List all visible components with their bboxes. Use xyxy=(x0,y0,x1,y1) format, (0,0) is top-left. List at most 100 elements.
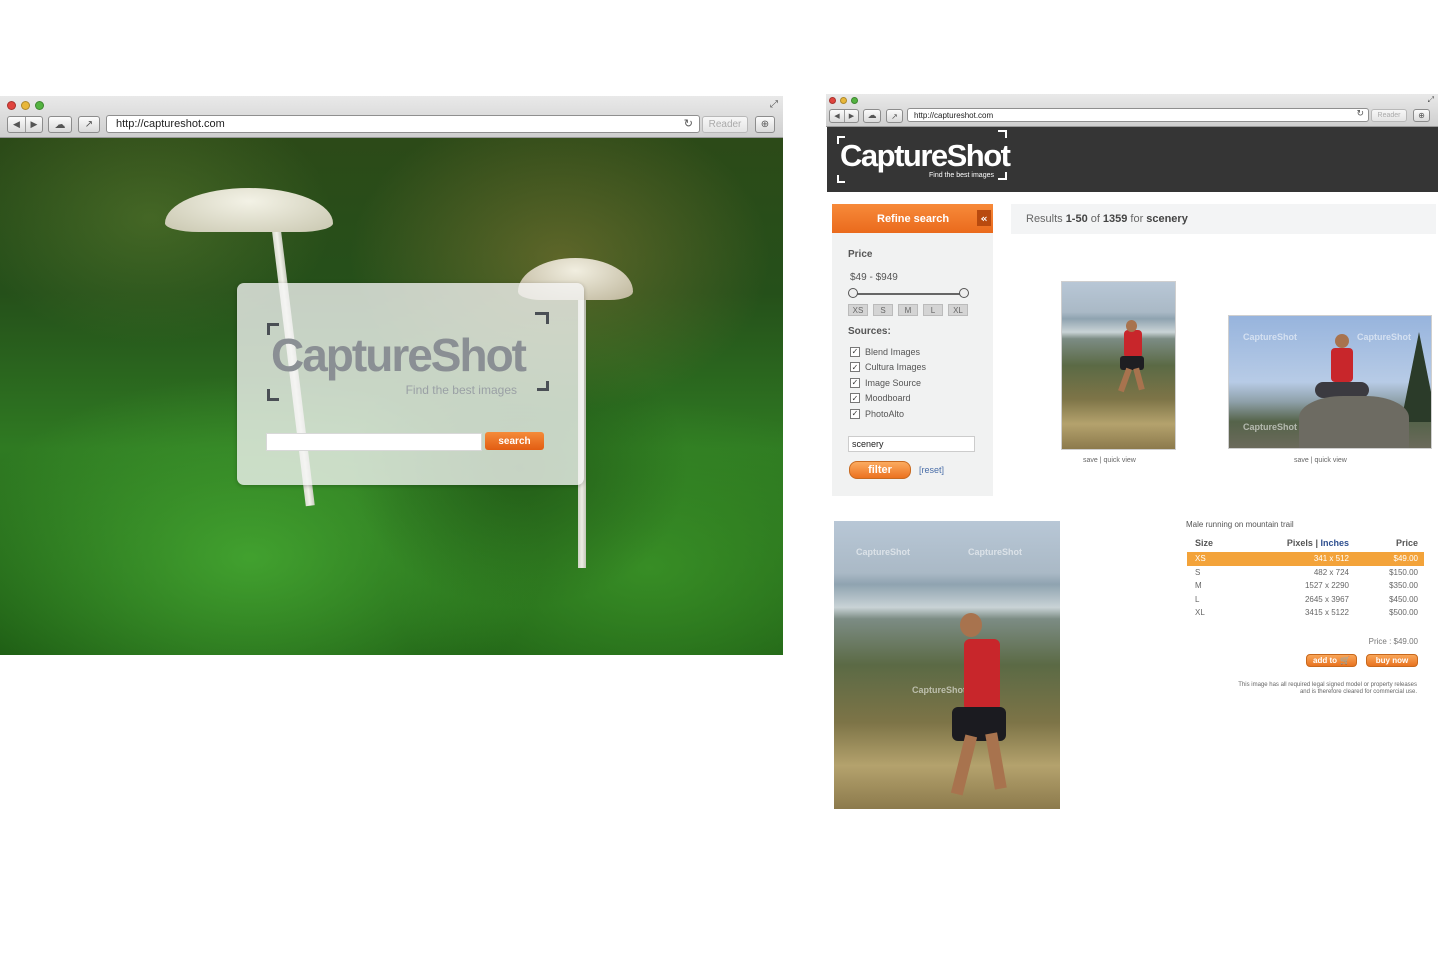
runner-figure xyxy=(985,732,1007,790)
table-row[interactable]: L 2645 x 3967 $450.00 xyxy=(1187,593,1424,607)
quick-view-link[interactable]: quick view xyxy=(1104,457,1136,464)
size-option-s[interactable]: S xyxy=(873,304,893,316)
reset-link[interactable]: [reset] xyxy=(919,465,944,475)
quick-view-link[interactable]: quick view xyxy=(1315,457,1347,464)
zoom-window-button[interactable] xyxy=(35,101,44,110)
icloud-tabs-icon[interactable]: ☁ xyxy=(48,116,72,133)
price-range-value: $49 - $949 xyxy=(850,272,898,283)
minimize-window-button[interactable] xyxy=(21,101,30,110)
runner-figure xyxy=(1126,320,1137,332)
runner-figure xyxy=(1118,367,1132,393)
row-pixels: 1527 x 2290 xyxy=(1304,581,1349,590)
price-slider-min-handle[interactable] xyxy=(848,288,858,298)
source-item-photoalto[interactable]: ✓ PhotoAlto xyxy=(850,406,926,422)
size-option-l[interactable]: L xyxy=(923,304,943,316)
captureshot-logo[interactable]: CaptureShot Find the best images xyxy=(837,130,1012,187)
browser-toolbar: ⤢ ◀ ▶ ☁ ↗ http://captureshot.com ↻ Reade… xyxy=(826,94,1438,127)
meditating-figure xyxy=(1331,348,1353,382)
nav-buttons: ◀ ▶ xyxy=(829,109,859,123)
back-button[interactable]: ◀ xyxy=(830,110,844,122)
logo-bracket-bottom-left xyxy=(267,389,279,401)
inches-toggle[interactable]: Inches xyxy=(1320,538,1349,548)
size-option-xs[interactable]: XS xyxy=(848,304,868,316)
table-row[interactable]: M 1527 x 2290 $350.00 xyxy=(1187,579,1424,593)
runner-figure xyxy=(950,734,978,796)
fullscreen-icon[interactable]: ⤢ xyxy=(1428,95,1434,105)
logo-bracket-bottom-right xyxy=(537,381,549,391)
zoom-window-button[interactable] xyxy=(851,97,858,104)
source-label: Image Source xyxy=(865,377,922,388)
minimize-window-button[interactable] xyxy=(840,97,847,104)
reload-icon[interactable]: ↻ xyxy=(684,117,693,130)
source-label: PhotoAlto xyxy=(865,408,905,419)
size-option-xl[interactable]: XL xyxy=(948,304,968,316)
result-thumbnail[interactable]: CaptureShot CaptureShot CaptureShot xyxy=(1228,315,1432,449)
search-input[interactable] xyxy=(266,433,482,451)
share-icon[interactable]: ↗ xyxy=(886,109,903,123)
save-link[interactable]: save xyxy=(1083,457,1098,464)
checkbox-checked-icon[interactable]: ✓ xyxy=(850,393,860,404)
hero-background: CaptureShot Find the best images search xyxy=(0,138,783,655)
close-window-button[interactable] xyxy=(7,101,16,110)
source-item-image-source[interactable]: ✓ Image Source xyxy=(850,375,926,391)
watermark-text: CaptureShot xyxy=(912,685,966,695)
fullscreen-icon[interactable]: ⤢ xyxy=(770,99,778,110)
collapse-sidebar-icon[interactable]: « xyxy=(977,210,991,226)
logo-tagline: Find the best images xyxy=(929,172,994,179)
row-size: S xyxy=(1195,567,1201,577)
sources-label: Sources: xyxy=(848,326,891,337)
back-button[interactable]: ◀ xyxy=(8,117,25,132)
table-row[interactable]: S 482 x 724 $150.00 xyxy=(1187,566,1424,580)
address-bar[interactable]: http://captureshot.com ↻ xyxy=(106,115,700,133)
checkbox-checked-icon[interactable]: ✓ xyxy=(850,362,860,373)
price-slider-max-handle[interactable] xyxy=(959,288,969,298)
search-button[interactable]: search xyxy=(485,432,544,450)
table-row[interactable]: XL 3415 x 5122 $500.00 xyxy=(1187,606,1424,620)
watermark-text: CaptureShot xyxy=(1243,422,1297,432)
save-link[interactable]: save xyxy=(1294,457,1309,464)
address-url: http://captureshot.com xyxy=(914,110,994,120)
source-item-blend-images[interactable]: ✓ Blend Images xyxy=(850,344,926,360)
logo-tagline: Find the best images xyxy=(405,383,517,397)
mushroom-cap xyxy=(165,188,333,232)
results-for: for xyxy=(1130,213,1144,225)
keyword-filter-input[interactable]: scenery xyxy=(848,436,975,452)
close-window-button[interactable] xyxy=(829,97,836,104)
legal-line: and is therefore cleared for commercial … xyxy=(1299,689,1417,695)
price-slider-track[interactable] xyxy=(852,293,964,295)
units-separator: | xyxy=(1315,538,1318,548)
results-range: 1-50 xyxy=(1065,213,1088,225)
buy-now-button[interactable]: buy now xyxy=(1366,654,1418,667)
reader-button[interactable]: Reader xyxy=(702,116,748,133)
row-pixels: 341 x 512 xyxy=(1313,554,1349,563)
reader-button[interactable]: Reader xyxy=(1371,109,1407,122)
result-thumbnail[interactable] xyxy=(1061,281,1176,450)
downloads-icon[interactable]: ⊕ xyxy=(755,116,775,133)
meditating-figure xyxy=(1335,334,1349,348)
detail-preview-image[interactable]: CaptureShot CaptureShot CaptureShot xyxy=(834,521,1060,809)
address-bar[interactable]: http://captureshot.com ↻ xyxy=(907,108,1369,122)
source-item-moodboard[interactable]: ✓ Moodboard xyxy=(850,391,926,407)
rock-shape xyxy=(1299,396,1409,448)
search-panel: CaptureShot Find the best images search xyxy=(237,283,584,485)
forward-button[interactable]: ▶ xyxy=(25,117,42,132)
checkbox-checked-icon[interactable]: ✓ xyxy=(850,346,860,357)
share-icon[interactable]: ↗ xyxy=(78,116,100,133)
address-url: http://captureshot.com xyxy=(116,118,225,130)
downloads-icon[interactable]: ⊕ xyxy=(1413,109,1430,122)
refine-search-header: Refine search xyxy=(832,204,993,233)
checkbox-checked-icon[interactable]: ✓ xyxy=(850,377,860,388)
add-to-cart-button[interactable]: add to 🛒 xyxy=(1306,654,1357,667)
table-row[interactable]: XS 341 x 512 $49.00 xyxy=(1187,552,1424,566)
filter-button[interactable]: filter xyxy=(849,461,911,479)
logo-bracket-top-right xyxy=(535,312,549,324)
checkbox-checked-icon[interactable]: ✓ xyxy=(850,408,860,419)
size-option-m[interactable]: M xyxy=(898,304,918,316)
forward-button[interactable]: ▶ xyxy=(844,110,858,122)
row-pixels: 482 x 724 xyxy=(1313,567,1349,577)
icloud-tabs-icon[interactable]: ☁ xyxy=(863,109,881,123)
reload-icon[interactable]: ↻ xyxy=(1356,109,1364,119)
source-item-cultura-images[interactable]: ✓ Cultura Images xyxy=(850,360,926,376)
pixels-toggle[interactable]: Pixels xyxy=(1287,538,1313,548)
cart-icon: 🛒 xyxy=(1340,656,1350,665)
